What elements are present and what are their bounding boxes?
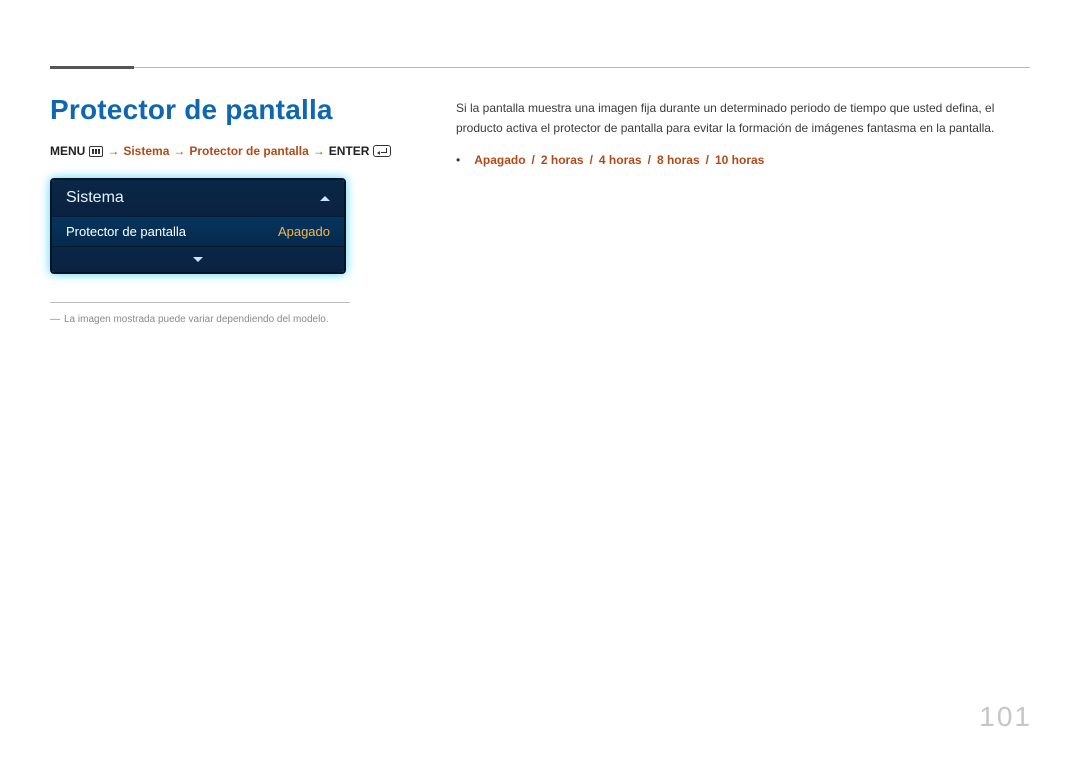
breadcrumb-enter: ENTER (329, 144, 370, 158)
enter-icon (373, 145, 391, 157)
chevron-down-icon[interactable] (193, 257, 203, 262)
page-title: Protector de pantalla (50, 94, 400, 126)
manual-page: Protector de pantalla MENU → Sistema → P… (0, 0, 1080, 763)
options-line: • Apagado / 2 horas / 4 horas / 8 horas … (456, 153, 1030, 167)
note: ― La imagen mostrada puede variar dependi… (50, 313, 400, 327)
option-apagado: Apagado (474, 153, 525, 167)
breadcrumb: MENU → Sistema → Protector de pantalla →… (50, 144, 400, 158)
separator: / (590, 153, 593, 167)
note-dash: ― (50, 314, 60, 325)
note-text: La imagen mostrada puede variar dependie… (64, 314, 329, 325)
page-number: 101 (979, 701, 1032, 733)
osd-header: Sistema (52, 180, 344, 216)
menu-icon (89, 146, 103, 157)
osd-row-value: Apagado (278, 224, 330, 239)
content-row: Protector de pantalla MENU → Sistema → P… (50, 54, 1030, 327)
breadcrumb-sistema: Sistema (123, 144, 169, 158)
right-column: Si la pantalla muestra una imagen fija d… (456, 94, 1030, 327)
top-rule (50, 67, 1030, 68)
body-text: Si la pantalla muestra una imagen fija d… (456, 98, 1030, 139)
arrow-icon: → (173, 144, 185, 158)
separator: / (706, 153, 709, 167)
option-8horas: 8 horas (657, 153, 700, 167)
option-10horas: 10 horas (715, 153, 764, 167)
osd-footer (52, 246, 344, 272)
breadcrumb-menu: MENU (50, 144, 85, 158)
osd-row-label: Protector de pantalla (66, 224, 186, 239)
option-2horas: 2 horas (541, 153, 584, 167)
separator: / (532, 153, 535, 167)
note-rule (50, 302, 350, 303)
breadcrumb-protector: Protector de pantalla (189, 144, 308, 158)
chevron-up-icon[interactable] (320, 196, 330, 201)
arrow-icon: → (107, 144, 119, 158)
option-4horas: 4 horas (599, 153, 642, 167)
osd-row-protector[interactable]: Protector de pantalla Apagado (52, 216, 344, 246)
osd-header-label: Sistema (66, 189, 124, 207)
bullet-icon: • (456, 153, 460, 167)
separator: / (648, 153, 651, 167)
left-column: Protector de pantalla MENU → Sistema → P… (50, 94, 400, 327)
top-rule-accent (50, 66, 134, 69)
osd-panel: Sistema Protector de pantalla Apagado (50, 178, 346, 274)
arrow-icon: → (313, 144, 325, 158)
